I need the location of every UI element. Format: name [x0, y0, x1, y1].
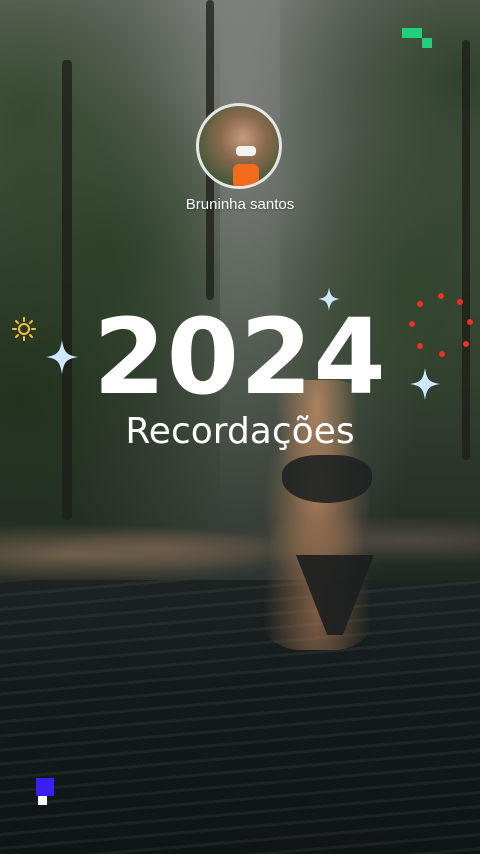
memories-subtitle: Recordações: [125, 411, 355, 452]
foliage-left: [0, 0, 220, 560]
pixel-decoration-icon: [402, 28, 432, 48]
swimsuit-top: [282, 455, 372, 503]
story-screen: Bruninha santos 2024 Recordações: [0, 0, 480, 854]
avatar[interactable]: [196, 103, 282, 189]
sparkle-icon: [318, 287, 340, 311]
sparkle-icon: [46, 340, 78, 374]
sun-icon: [12, 317, 36, 341]
profile-name[interactable]: Bruninha santos: [0, 196, 480, 213]
firework-dots-icon: [409, 293, 473, 357]
avatar-detail: [233, 164, 259, 186]
pixel-decoration-icon: [36, 778, 54, 805]
sparkle-icon: [410, 368, 440, 400]
river-water: [0, 580, 480, 854]
avatar-detail: [236, 146, 256, 156]
